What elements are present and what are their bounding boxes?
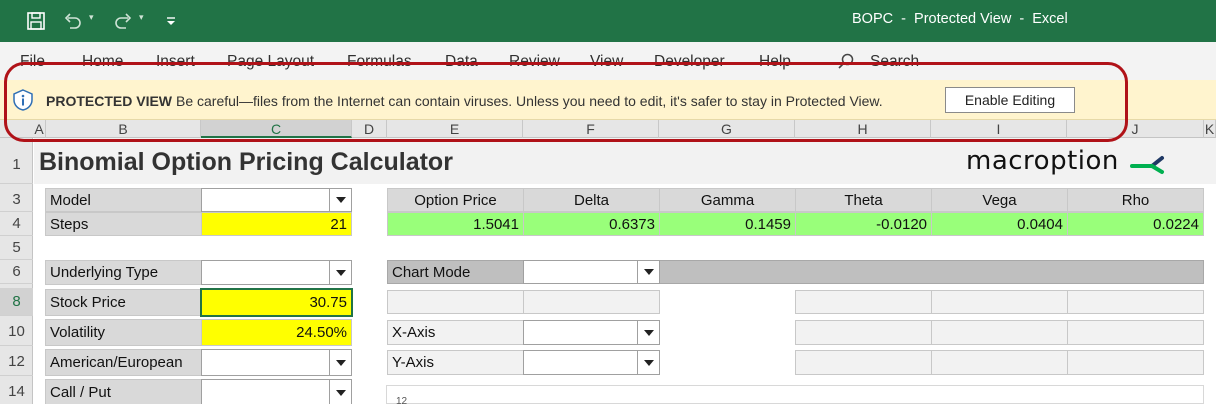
macroption-logo: macroption	[966, 146, 1119, 176]
calculator-title: Binomial Option Pricing Calculator	[39, 148, 453, 176]
american-european-dropdown-arrow-icon[interactable]	[329, 350, 351, 375]
row-header-14[interactable]: 14	[0, 378, 33, 404]
undo-dropdown-icon[interactable]: ▾	[89, 12, 94, 23]
row-header-6[interactable]: 6	[0, 260, 33, 284]
result-option-price: 1.5041	[387, 212, 524, 236]
window-title: BOPC - Protected View - Excel	[852, 11, 1068, 27]
chart-area[interactable]	[386, 385, 1204, 404]
steps-label: Steps	[45, 212, 202, 236]
row-header-3[interactable]: 3	[0, 188, 33, 212]
title-bar: ▾ ▾ BOPC - Protected View - Excel	[0, 0, 1216, 42]
american-european-dropdown[interactable]	[201, 349, 352, 376]
american-european-label: American/European	[45, 349, 202, 376]
y-axis-dropdown-arrow-icon[interactable]	[637, 351, 659, 374]
results-header-gamma: Gamma	[659, 188, 796, 212]
chart-param-cell	[795, 290, 932, 314]
annotation-highlight	[4, 62, 1128, 142]
call-put-dropdown[interactable]	[201, 379, 352, 404]
results-header-rho: Rho	[1067, 188, 1204, 212]
redo-dropdown-icon[interactable]: ▾	[139, 12, 144, 23]
underlying-type-label: Underlying Type	[45, 260, 202, 285]
underlying-type-dropdown-arrow-icon[interactable]	[329, 261, 351, 284]
chart-param-cell	[931, 290, 1068, 314]
chart-mode-label: Chart Mode	[387, 260, 524, 284]
volatility-input[interactable]: 24.50%	[201, 319, 352, 346]
result-theta: -0.0120	[795, 212, 932, 236]
call-put-dropdown-arrow-icon[interactable]	[329, 380, 351, 404]
stock-price-input[interactable]: 30.75	[200, 288, 353, 317]
row-header-4[interactable]: 4	[0, 212, 33, 236]
stock-price-label: Stock Price	[45, 289, 202, 316]
y-axis-label: Y-Axis	[387, 350, 524, 375]
chart-param-cell	[1067, 290, 1204, 314]
undo-icon[interactable]	[62, 11, 84, 31]
chart-y-tick-label: 12	[396, 396, 408, 404]
chart-param-cell	[523, 290, 660, 314]
results-header-option-price: Option Price	[387, 188, 524, 212]
chart-param-cell	[1067, 320, 1204, 345]
call-put-label: Call / Put	[45, 379, 202, 404]
row-header-10[interactable]: 10	[0, 318, 33, 346]
row-header-1[interactable]: 1	[0, 138, 33, 184]
volatility-label: Volatility	[45, 319, 202, 346]
chart-mode-dropdown-arrow-icon[interactable]	[637, 261, 659, 283]
row-header-12[interactable]: 12	[0, 348, 33, 376]
underlying-type-dropdown[interactable]	[201, 260, 352, 285]
row-header-5[interactable]: 5	[0, 236, 33, 260]
model-dropdown-arrow-icon[interactable]	[329, 189, 351, 211]
result-vega: 0.0404	[931, 212, 1068, 236]
excel-window: ▾ ▾ BOPC - Protected View - Excel File H…	[0, 0, 1216, 404]
steps-input[interactable]: 21	[201, 212, 352, 236]
model-label: Model	[45, 188, 202, 212]
chart-param-cell	[387, 290, 524, 314]
x-axis-label: X-Axis	[387, 320, 524, 345]
customize-toolbar-icon[interactable]	[160, 11, 182, 31]
result-rho: 0.0224	[1067, 212, 1204, 236]
chart-param-cell	[931, 320, 1068, 345]
results-header-theta: Theta	[795, 188, 932, 212]
row-header-8[interactable]: 8	[0, 288, 33, 316]
x-axis-dropdown[interactable]	[523, 320, 660, 345]
chart-param-cell	[795, 320, 932, 345]
chart-param-cell	[931, 350, 1068, 375]
y-axis-dropdown[interactable]	[523, 350, 660, 375]
result-gamma: 0.1459	[659, 212, 796, 236]
chart-param-cell	[1067, 350, 1204, 375]
save-icon[interactable]	[25, 11, 47, 31]
model-dropdown[interactable]	[201, 188, 352, 212]
column-header-k[interactable]: K	[1204, 120, 1216, 138]
results-header-delta: Delta	[523, 188, 660, 212]
x-axis-dropdown-arrow-icon[interactable]	[637, 321, 659, 344]
chart-mode-dropdown[interactable]	[523, 260, 660, 284]
macroption-logo-icon	[1130, 156, 1164, 174]
result-delta: 0.6373	[523, 212, 660, 236]
redo-icon[interactable]	[112, 11, 134, 31]
chart-param-cell	[795, 350, 932, 375]
results-header-vega: Vega	[931, 188, 1068, 212]
